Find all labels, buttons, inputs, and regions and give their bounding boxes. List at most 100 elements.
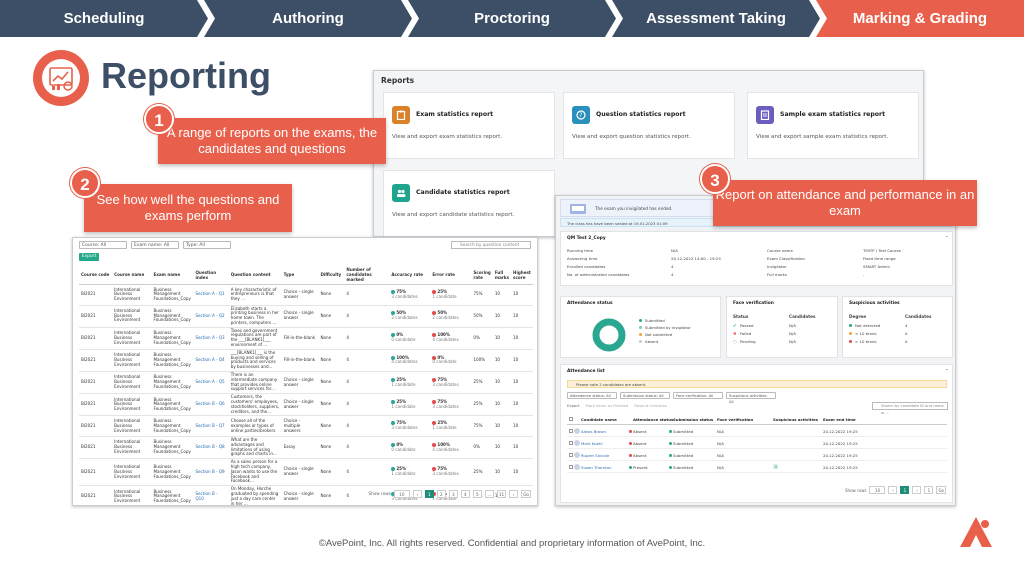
cell-question-index[interactable]: Section B - Q6 — [193, 393, 229, 417]
cell-course-name: International Business Environment — [112, 327, 152, 350]
filter-exam-name[interactable]: Exam name: All — [131, 241, 179, 249]
attendance-filter[interactable]: Attendance status: All — [567, 392, 617, 399]
page-input[interactable]: 1 — [924, 486, 934, 494]
page-5[interactable]: 5 — [472, 489, 482, 498]
degree-count: 4 — [905, 323, 908, 328]
card-exam-statistics[interactable]: Exam statistics report View and export e… — [383, 92, 555, 159]
page-4[interactable]: 4 — [460, 489, 470, 498]
go-button[interactable]: Go — [521, 489, 531, 498]
suspicious-activities-box: Suspicious activities Degree Candidates … — [842, 296, 953, 358]
show-rows-label: Show rows — [368, 491, 391, 496]
next-page-icon[interactable]: › — [912, 486, 922, 494]
error-sub: 3 candidates — [432, 381, 459, 387]
candidate-name-link[interactable]: Susan Thornton — [581, 465, 612, 470]
collapse-icon[interactable]: ⌃ — [945, 235, 949, 240]
page-6[interactable]: ... — [484, 489, 494, 498]
cell-course-name: International Business Environment — [112, 349, 152, 373]
accuracy-sub: 3 candidates — [391, 293, 418, 299]
cell-question-index[interactable]: Section B - Q7 — [193, 415, 229, 437]
candidate-name-link[interactable]: Mark Kuehl — [581, 441, 603, 446]
col-course-name[interactable]: Course name — [112, 265, 152, 285]
row-checkbox[interactable] — [569, 429, 573, 433]
exam-end-time: 20.12.2022 19:25 — [823, 440, 858, 446]
attendance-col-header[interactable]: Exam end time — [823, 417, 856, 422]
col-exam-name[interactable]: Exam name — [151, 265, 194, 285]
prev-page-icon[interactable]: ‹ — [888, 486, 898, 494]
page-3[interactable]: 3 — [448, 489, 458, 498]
card-candidate-statistics[interactable]: Candidate statistics report View and exp… — [383, 170, 555, 236]
cell-difficulty: None — [318, 436, 345, 460]
cell-question-index[interactable]: Section B - Q9 — [193, 458, 229, 487]
page-7[interactable]: 11 — [496, 489, 507, 498]
cell-question-index[interactable]: Section A - Q4 — [193, 349, 229, 373]
export-button[interactable]: Export — [79, 253, 99, 261]
col-question-content[interactable]: Question content — [228, 265, 282, 285]
cell-exam-name: Business Management Foundations_Copy — [151, 284, 194, 306]
cell-question-index[interactable]: Section A - Q1 — [193, 284, 229, 306]
cell-scoring-rate: 75% — [471, 284, 493, 306]
rows-per-page-select[interactable]: 10 — [393, 489, 410, 498]
step-label: Authoring — [272, 10, 344, 27]
filter-course[interactable]: Course: All — [79, 241, 127, 249]
question-statistics-panel: Course: All Exam name: All Type: All Sea… — [72, 237, 538, 506]
avatar — [574, 428, 580, 434]
attendance-col-header[interactable]: Suspicious activities — [773, 417, 818, 422]
attendance-col-header[interactable]: Candidate name — [581, 417, 617, 422]
cell-question-index[interactable]: Section A - Q3 — [193, 327, 229, 350]
attendance-filter[interactable]: Face verification: All — [673, 392, 723, 399]
col-difficulty[interactable]: Difficulty — [318, 265, 345, 285]
cell-question-index[interactable]: Section A - Q2 — [193, 305, 229, 328]
page-1[interactable]: 1 — [424, 489, 434, 498]
filter-type[interactable]: Type: All — [183, 241, 231, 249]
error-value: 100% — [437, 441, 450, 447]
col-type[interactable]: Type — [281, 265, 319, 285]
card-question-statistics[interactable]: ? Question statistics report View and ex… — [563, 92, 735, 159]
rows-per-page-select[interactable]: 10 — [869, 486, 886, 494]
go-button[interactable]: Go — [936, 486, 946, 494]
cell-full-marks: 10 — [492, 284, 512, 306]
collapse-icon[interactable]: ⌃ — [945, 368, 949, 373]
col-marked[interactable]: Number of candidates marked — [344, 265, 390, 285]
candidate-name-link[interactable]: Rupert Sinclair — [581, 453, 610, 458]
col-scoring[interactable]: Scoring rate — [471, 265, 493, 285]
resend-invitation-action[interactable]: Resend invitation — [634, 403, 667, 408]
candidate-search-input[interactable]: Search by candidate ID and name or ... — [872, 402, 948, 415]
cell-question-content: Choose all of the examples or types of o… — [228, 415, 282, 437]
col-error[interactable]: Error rate — [430, 265, 472, 285]
col-question-index[interactable]: Question index — [193, 265, 229, 285]
table-row: BI2021 International Business Environment… — [79, 327, 533, 350]
page-2[interactable]: 2 — [436, 489, 446, 498]
col-accuracy[interactable]: Accuracy rate — [389, 265, 431, 285]
cell-difficulty: None — [318, 305, 345, 328]
export-action[interactable]: Export — [567, 403, 579, 408]
col-course-code[interactable]: Course code — [79, 265, 113, 285]
row-checkbox[interactable] — [569, 465, 573, 469]
cell-exam-name: Business Management Foundations_Copy — [151, 327, 194, 350]
candidate-name-link[interactable]: Alexis Brown — [581, 429, 606, 434]
attendance-filter[interactable]: Submission status: All — [620, 392, 670, 399]
attendance-filter[interactable]: Suspicious activities: All — [726, 392, 776, 404]
page-1[interactable]: 1 — [900, 486, 910, 494]
cell-full-marks: 10 — [492, 458, 512, 487]
attendance-col-header[interactable]: Attendance status — [633, 417, 673, 422]
error-sub: 4 candidates — [432, 446, 459, 452]
attendance-col-header[interactable]: Face verification — [717, 417, 753, 422]
degree-swatch — [849, 324, 852, 327]
info-value: - — [863, 272, 865, 277]
info-value: 20.12.2022 14:00 - 19:25 — [671, 256, 721, 261]
mark-finished-action[interactable]: Mark exam as finished — [585, 403, 628, 408]
row-checkbox[interactable] — [569, 453, 573, 457]
cell-course-code: BI2021 — [79, 393, 113, 417]
question-search-input[interactable]: Search by question content — [451, 241, 531, 249]
col-highest[interactable]: Highest score — [511, 265, 533, 285]
cell-question-index[interactable]: Section A - Q5 — [193, 371, 229, 395]
col-full-marks[interactable]: Full marks — [492, 265, 512, 285]
next-page-icon[interactable]: › — [509, 489, 519, 498]
attendance-col-header[interactable]: Submission status — [673, 417, 713, 422]
card-sample-exam-statistics[interactable]: Sample exam statistics report View and e… — [747, 92, 919, 159]
prev-page-icon[interactable]: ‹ — [412, 489, 422, 498]
cell-question-index[interactable]: Section B - Q8 — [193, 436, 229, 460]
select-all-checkbox[interactable] — [569, 417, 573, 421]
cell-question-index[interactable]: Section B - Q10 — [193, 485, 229, 505]
row-checkbox[interactable] — [569, 441, 573, 445]
